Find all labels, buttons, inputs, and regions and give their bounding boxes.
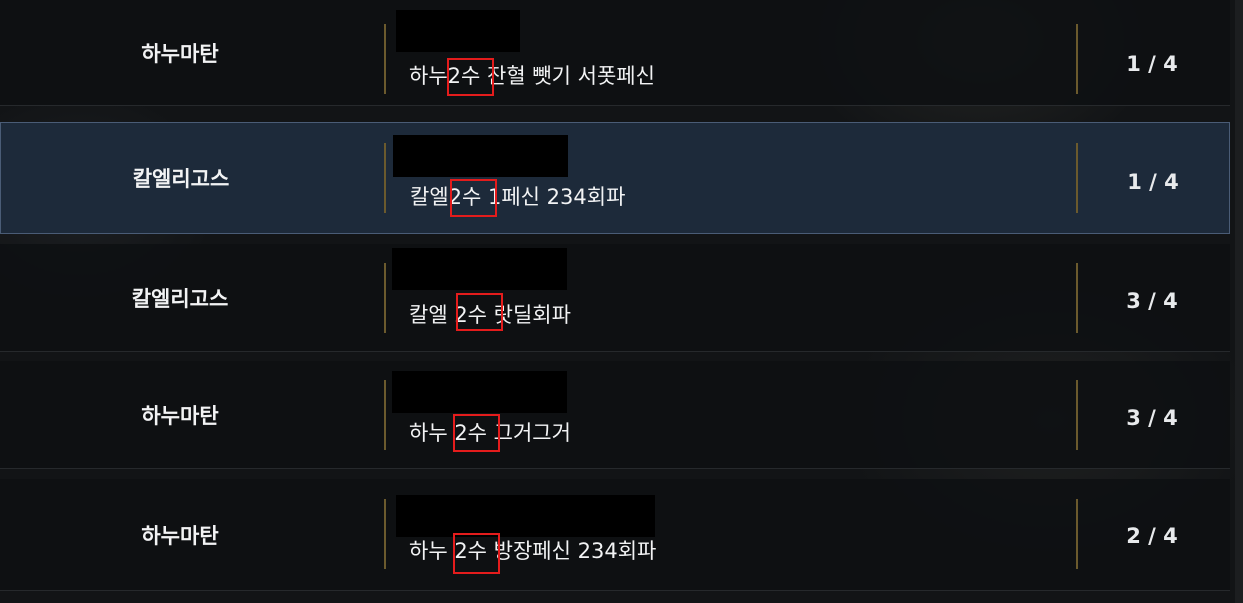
row-divider-right [1076, 143, 1078, 213]
room-title: 하누 2수 방장페신 234회파 [409, 539, 657, 563]
room-guild-name: 하누마탄 [141, 523, 219, 548]
row-divider-left [384, 499, 386, 569]
room-member-count: 2 / 4 [1126, 524, 1178, 548]
room-member-count: 3 / 4 [1126, 406, 1178, 430]
room-member-count: 1 / 4 [1126, 52, 1178, 76]
scrollbar-track[interactable] [1235, 0, 1243, 603]
row-divider-right [1076, 24, 1078, 94]
room-guild-name: 칼엘리고스 [131, 286, 229, 311]
highlight-annotation [447, 58, 494, 96]
room-guild-name: 하누마탄 [141, 403, 219, 428]
redacted-room-name [392, 371, 567, 413]
room-row[interactable]: 칼엘리고스 칼엘 2수 랏딜회파 3 / 4 [0, 244, 1230, 352]
row-divider-left [384, 263, 386, 333]
room-row[interactable]: 하누마탄 하누2수 잔혈 뺏기 서폿페신 1 / 4 [0, 0, 1230, 106]
row-divider-right [1076, 263, 1078, 333]
redacted-room-name [396, 10, 520, 52]
room-title: 칼엘2수 1페신 234회파 [410, 185, 626, 209]
highlight-annotation [456, 293, 503, 331]
highlight-annotation [450, 179, 497, 217]
row-divider-left [384, 380, 386, 450]
row-divider-right [1076, 380, 1078, 450]
row-divider-right [1076, 499, 1078, 569]
party-room-list: 하누마탄 하누2수 잔혈 뺏기 서폿페신 1 / 4 칼엘리고스 칼엘2수 1페… [0, 0, 1235, 603]
room-row[interactable]: 하누마탄 하누 2수 방장페신 234회파 2 / 4 [0, 479, 1230, 591]
room-row[interactable]: 하누마탄 하누 2수 그거그거 3 / 4 [0, 361, 1230, 469]
redacted-room-name [393, 135, 568, 177]
redacted-room-name [392, 248, 567, 290]
room-guild-name: 칼엘리고스 [132, 167, 230, 191]
room-guild-name: 하누마탄 [141, 41, 219, 66]
room-member-count: 1 / 4 [1127, 170, 1179, 194]
room-title: 하누2수 잔혈 뺏기 서폿페신 [409, 64, 655, 88]
redacted-room-name [396, 495, 655, 537]
highlight-annotation [453, 533, 500, 574]
row-divider-left [384, 143, 386, 213]
highlight-annotation [453, 414, 500, 452]
row-divider-left [384, 24, 386, 94]
room-member-count: 3 / 4 [1126, 289, 1178, 313]
room-row-selected[interactable]: 칼엘리고스 칼엘2수 1페신 234회파 1 / 4 [0, 122, 1230, 234]
